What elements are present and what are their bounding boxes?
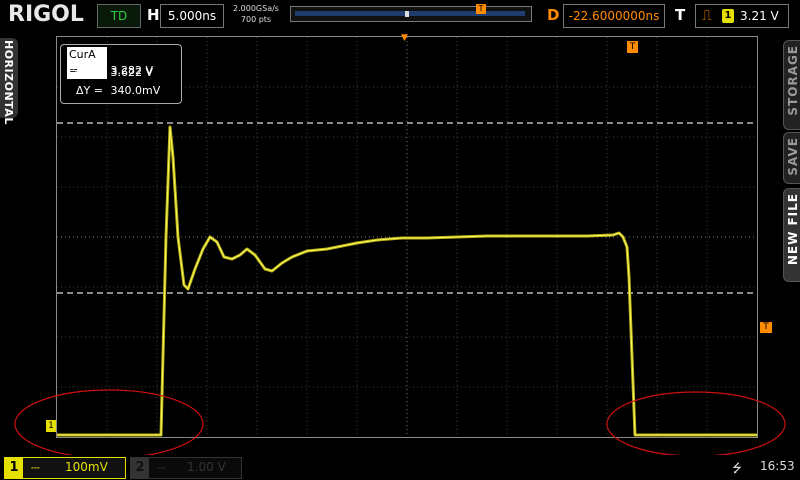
cursor-a-row: CurA = 3.282 V: [67, 47, 153, 79]
ch2-settings[interactable]: 2 ⎓ 1.00 V: [130, 457, 242, 479]
dc-coupling-icon: ⎓: [31, 461, 40, 474]
ch2-scale: 1.00 V: [187, 460, 226, 474]
delta-row: ΔY = 340.0mV: [67, 83, 160, 99]
annotation-ellipse-left: [14, 389, 204, 459]
usb-icon: ⭍: [732, 461, 742, 475]
ch1-number: 1: [5, 458, 23, 478]
cursor-b-row: CurB = 3.622 V: [67, 65, 153, 81]
ch2-number: 2: [131, 458, 149, 478]
delta-label: ΔY =: [76, 84, 103, 97]
system-clock: 16:53: [760, 459, 795, 473]
cursor-b-value: 3.622 V: [110, 66, 154, 79]
annotation-ellipse-right: [606, 391, 786, 457]
dc-coupling-icon: ⎓: [157, 461, 166, 474]
bottom-status-bar: 1 ⎓ 100mV 2 ⎓ 1.00 V ⭍ 16:53: [0, 455, 800, 480]
cursor-readout-panel: CurA = 3.282 V CurB = 3.622 V ΔY = 340.0…: [60, 44, 182, 104]
ch1-settings[interactable]: 1 ⎓ 100mV: [4, 457, 126, 479]
ch1-scale: 100mV: [65, 460, 108, 474]
cursor-b-label: CurB =: [67, 66, 107, 79]
delta-value: 340.0mV: [110, 84, 161, 97]
